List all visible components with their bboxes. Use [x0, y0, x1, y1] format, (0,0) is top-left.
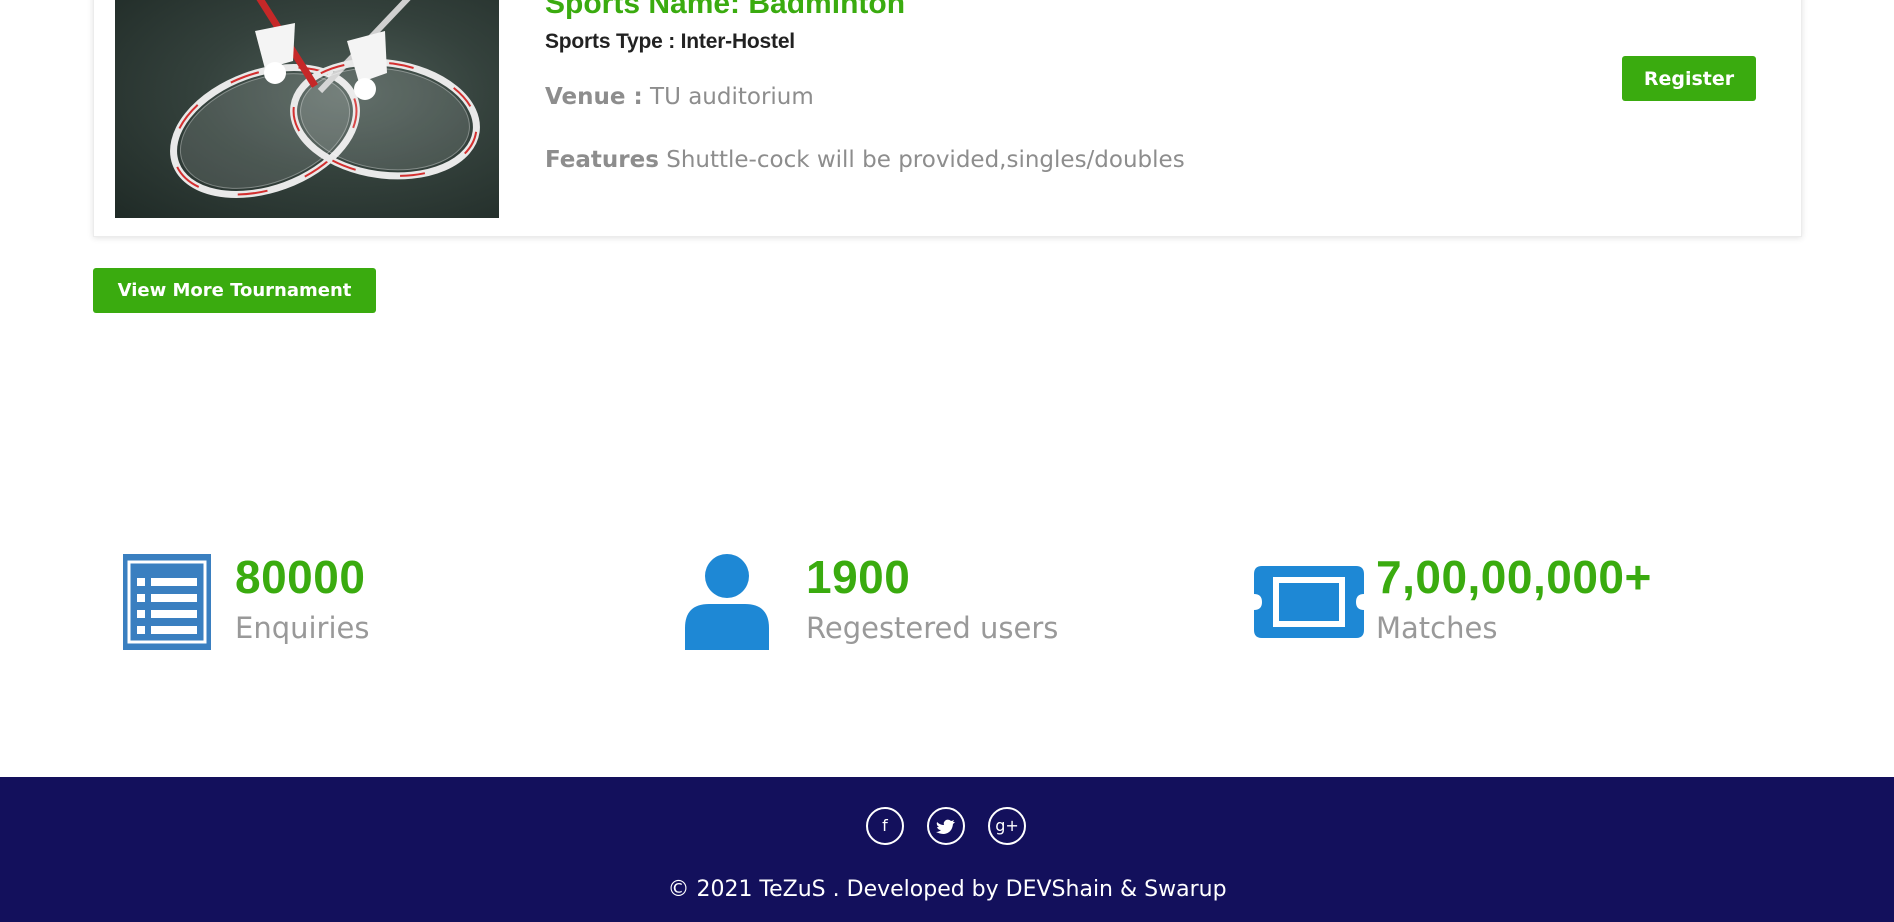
ticket-icon — [1254, 566, 1364, 638]
stat-label: Enquiries — [235, 611, 370, 645]
facebook-icon[interactable]: f — [866, 807, 904, 845]
stat-value: 80000 — [235, 551, 366, 603]
stat-value: 7,00,00,000+ — [1376, 551, 1652, 603]
venue-value: TU auditorium — [650, 84, 814, 110]
twitter-icon[interactable] — [927, 807, 965, 845]
stat-label: Matches — [1376, 611, 1498, 645]
features-value: Shuttle-cock will be provided,singles/do… — [666, 147, 1185, 173]
twitter-bird-shape — [936, 819, 955, 834]
features: Features Shuttle-cock will be provided,s… — [545, 147, 1185, 173]
view-more-tournament-button[interactable]: View More Tournament — [93, 268, 376, 313]
stat-value: 1900 — [806, 551, 911, 603]
features-label: Features — [545, 147, 659, 173]
copyright-text: © 2021 TeZuS . Developed by DEVShain & S… — [667, 877, 1227, 902]
google-plus-icon[interactable]: g+ — [988, 807, 1026, 845]
sport-type: Sports Type : Inter-Hostel — [545, 30, 795, 53]
user-icon — [685, 554, 769, 650]
venue-label: Venue : — [545, 84, 643, 110]
sport-name: Sports Name: Badminton — [545, 0, 906, 20]
venue: Venue : TU auditorium — [545, 84, 814, 110]
tournament-card: Sports Name: Badminton Sports Type : Int… — [93, 0, 1802, 237]
badminton-rackets-photo — [170, 0, 480, 198]
badminton-image — [115, 0, 499, 218]
stat-label: Regestered users — [806, 611, 1059, 645]
list-icon — [123, 554, 211, 650]
register-button[interactable]: Register — [1622, 56, 1756, 101]
